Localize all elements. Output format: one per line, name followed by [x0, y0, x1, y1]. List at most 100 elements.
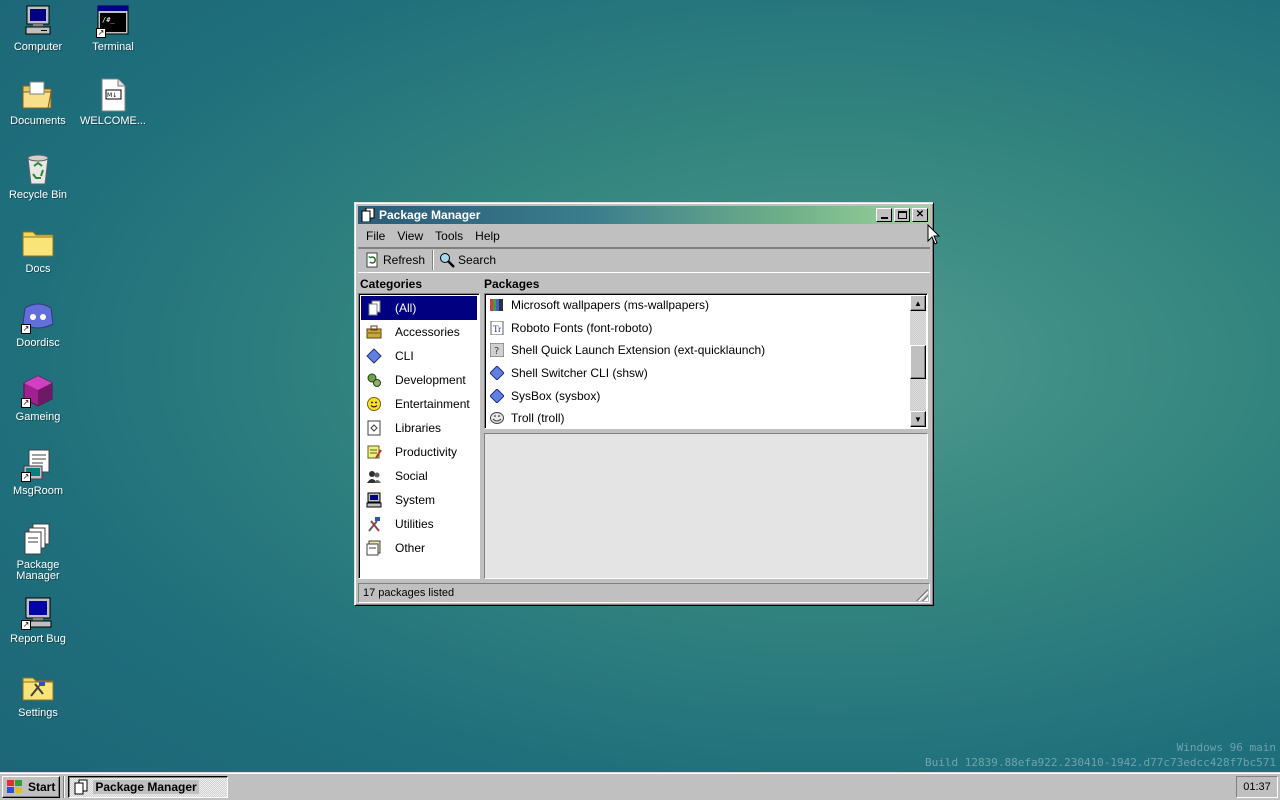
title-bar[interactable]: Package Manager ✕ — [358, 206, 930, 224]
resize-grip-icon[interactable] — [916, 589, 928, 601]
desktop-icon-gameing[interactable]: ↗ Gameing — [1, 374, 75, 423]
start-button[interactable]: Start — [2, 775, 61, 798]
refresh-icon — [364, 252, 380, 268]
desktop-icon-label: WELCOME... — [79, 115, 146, 127]
refresh-label: Refresh — [383, 253, 426, 267]
system-tray-clock[interactable]: 01:37 — [1236, 775, 1278, 798]
desktop-icon-welcome[interactable]: M↓ WELCOME... — [76, 78, 150, 127]
toolbar-separator — [432, 250, 435, 270]
computer-icon — [21, 4, 55, 38]
packages-scrollbar[interactable]: ▲ ▼ — [910, 295, 926, 427]
menu-help[interactable]: Help — [469, 227, 506, 245]
scroll-up-button[interactable]: ▲ — [910, 295, 926, 311]
category-all[interactable]: (All) — [361, 296, 477, 320]
gameing-icon: ↗ — [21, 374, 55, 408]
desktop-icon-label: Gameing — [15, 411, 61, 423]
desktop-icon-docs[interactable]: Docs — [1, 226, 75, 275]
desktop-icon-label: Documents — [10, 115, 66, 127]
desktop-icon-msgroom[interactable]: ↗ MsgRoom — [1, 448, 75, 497]
packages-list[interactable]: Microsoft wallpapers (ms-wallpapers) Tr … — [484, 293, 928, 429]
svg-text:Tr: Tr — [493, 324, 501, 334]
desktop-icon-label: Doordisc — [16, 337, 60, 349]
svg-text:?: ? — [494, 346, 499, 357]
package-details-pane — [484, 433, 928, 579]
taskbar-item-package-manager[interactable]: Package Manager — [68, 775, 229, 798]
category-utilities[interactable]: Utilities — [361, 512, 477, 536]
pane-headers: Categories Packages — [358, 273, 930, 293]
arrow-up-icon: ▲ — [914, 298, 922, 308]
desktop-icon-doordisc[interactable]: ↗ Doordisc — [1, 300, 75, 349]
category-development[interactable]: Development — [361, 368, 477, 392]
desktop-icon-report-bug[interactable]: ↗ Report Bug — [1, 596, 75, 645]
package-item[interactable]: Tr Roboto Fonts (font-roboto) — [487, 317, 909, 340]
cli-icon — [365, 347, 383, 365]
font-icon: Tr — [489, 320, 505, 336]
extension-icon: ? — [489, 342, 505, 358]
scroll-down-button[interactable]: ▼ — [910, 411, 926, 427]
package-item[interactable]: Microsoft wallpapers (ms-wallpapers) — [487, 294, 909, 317]
category-social[interactable]: Social — [361, 464, 477, 488]
desktop-icon-label: Computer — [13, 41, 63, 53]
all-icon — [365, 299, 383, 317]
wallpaper-icon — [489, 297, 505, 313]
category-label: Social — [395, 469, 428, 483]
package-item[interactable]: ? Shell Quick Launch Extension (ext-quic… — [487, 339, 909, 362]
desktop-icon-label: MsgRoom — [12, 485, 64, 497]
package-item[interactable]: Troll (troll) — [487, 407, 909, 430]
close-icon: ✕ — [915, 209, 925, 220]
minimize-icon — [880, 217, 888, 219]
start-logo-icon — [6, 779, 24, 795]
settings-icon — [21, 670, 55, 704]
taskbar-item-label: Package Manager — [93, 779, 199, 794]
categories-list[interactable]: (All) Accessories CLI Development Entert… — [358, 293, 480, 579]
package-manager-icon — [361, 207, 375, 223]
search-button[interactable]: Search — [435, 250, 502, 270]
package-label: Shell Quick Launch Extension (ext-quickl… — [511, 343, 766, 358]
svg-text:/#_: /#_ — [102, 16, 115, 24]
package-label: Roboto Fonts (font-roboto) — [511, 320, 653, 335]
category-productivity[interactable]: Productivity — [361, 440, 477, 464]
package-item[interactable]: SysBox (sysbox) — [487, 384, 909, 407]
arrow-down-icon: ▼ — [914, 414, 922, 424]
category-label: Accessories — [395, 325, 460, 339]
maximize-icon — [897, 211, 907, 219]
desktop-icon-label: Package Manager — [16, 559, 60, 582]
menu-tools[interactable]: Tools — [429, 227, 469, 245]
category-cli[interactable]: CLI — [361, 344, 477, 368]
package-item[interactable]: Shell Switcher CLI (shsw) — [487, 362, 909, 385]
package-manager-window[interactable]: Package Manager ✕ File View Tools Help R… — [354, 202, 934, 606]
desktop-icon-label: Terminal — [92, 41, 134, 53]
maximize-button[interactable] — [894, 208, 910, 222]
category-label: CLI — [395, 349, 414, 363]
menu-view[interactable]: View — [391, 227, 429, 245]
category-accessories[interactable]: Accessories — [361, 320, 477, 344]
refresh-button[interactable]: Refresh — [360, 250, 431, 270]
menu-file[interactable]: File — [360, 227, 391, 245]
desktop-icon-package-manager[interactable]: Package Manager — [1, 522, 75, 582]
desktop-icon-recycle-bin[interactable]: Recycle Bin — [1, 152, 75, 201]
minimize-button[interactable] — [876, 208, 892, 222]
category-entertainment[interactable]: Entertainment — [361, 392, 477, 416]
category-libraries[interactable]: Libraries — [361, 416, 477, 440]
package-label: SysBox (sysbox) — [511, 388, 601, 403]
libraries-icon — [365, 419, 383, 437]
category-other[interactable]: Other — [361, 536, 477, 560]
utilities-icon — [365, 515, 383, 533]
accessories-icon — [365, 323, 383, 341]
desktop-icon-documents[interactable]: Documents — [1, 78, 75, 127]
report-bug-icon: ↗ — [21, 596, 55, 630]
taskbar-separator — [63, 775, 66, 798]
categories-header: Categories — [360, 277, 423, 291]
terminal-icon: /#_ ↗ — [96, 4, 130, 38]
desktop-icon-terminal[interactable]: /#_ ↗ Terminal — [76, 4, 150, 53]
close-button[interactable]: ✕ — [912, 208, 928, 222]
build-watermark: Windows 96 main Build 12839.88efa922.230… — [925, 740, 1276, 770]
desktop-icon-computer[interactable]: Computer — [1, 4, 75, 53]
development-icon — [365, 371, 383, 389]
category-label: Productivity — [395, 445, 458, 459]
scroll-thumb[interactable] — [910, 345, 926, 379]
desktop-icon-settings[interactable]: Settings — [1, 670, 75, 719]
search-label: Search — [458, 253, 497, 267]
category-system[interactable]: System — [361, 488, 477, 512]
msgroom-icon: ↗ — [21, 448, 55, 482]
